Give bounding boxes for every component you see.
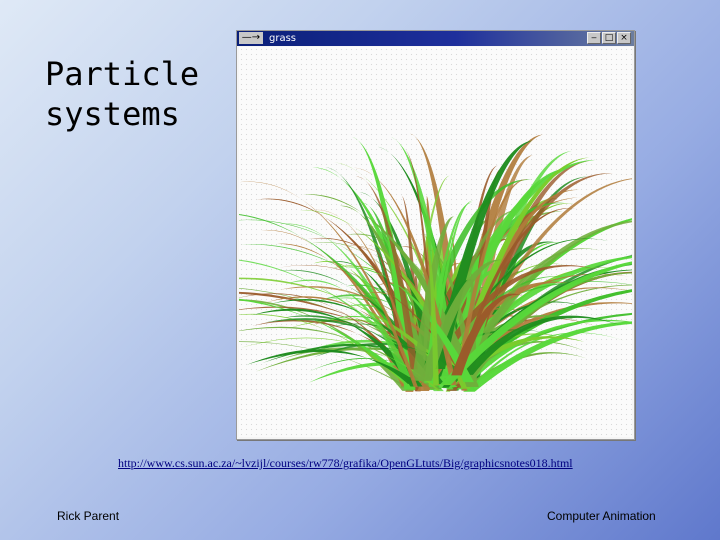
grass-app-window: —→ grass ‒ □ × — [236, 30, 635, 440]
source-link[interactable]: http://www.cs.sun.ac.za/~lvzijl/courses/… — [118, 456, 573, 471]
window-menu-button[interactable]: —→ — [239, 32, 263, 44]
window-title: grass — [269, 33, 297, 44]
slide-title: Particle systems — [45, 54, 225, 134]
minimize-button[interactable]: ‒ — [587, 32, 601, 44]
course-footer: Computer Animation — [547, 509, 656, 523]
window-titlebar[interactable]: —→ grass ‒ □ × — [237, 31, 634, 46]
close-button[interactable]: × — [617, 32, 631, 44]
slide-title-line-2: systems — [45, 95, 180, 133]
render-canvas — [239, 47, 632, 437]
author-footer: Rick Parent — [57, 509, 120, 523]
grass-particle-render-icon — [239, 133, 632, 392]
maximize-button[interactable]: □ — [602, 32, 616, 44]
slide-title-line-1: Particle — [45, 55, 200, 93]
